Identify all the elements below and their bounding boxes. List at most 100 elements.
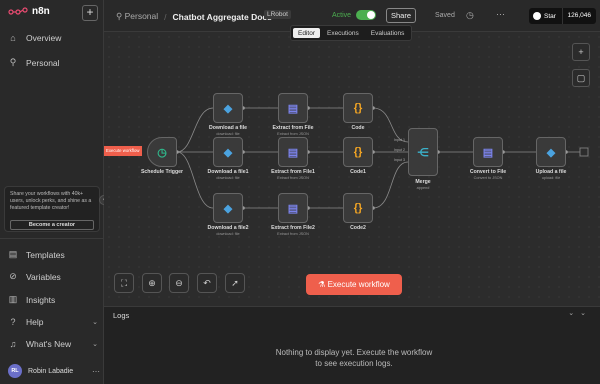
node-label: Extract from File: [272, 125, 314, 131]
node-subtitle: download: file: [216, 132, 240, 136]
node-label: Convert to File: [469, 169, 507, 175]
avatar: RL: [8, 364, 22, 378]
zoom-out-button[interactable]: ⊖: [169, 273, 189, 293]
execute-workflow-button[interactable]: ⚗ Execute workflow: [306, 274, 402, 295]
insights-icon: ▥: [8, 294, 18, 304]
logs-controls[interactable]: ⌄⌄: [568, 309, 592, 317]
workflow-canvas[interactable]: + ▢ Execute workflow ◷ Schedule Trigger …: [104, 32, 600, 306]
workflow-title[interactable]: Chatbot Aggregate Docs: [173, 12, 272, 22]
user-name: Robin Labadie: [28, 367, 74, 375]
execute-workflow-tag[interactable]: Execute workflow: [104, 146, 142, 156]
node-label: Merge: [415, 179, 431, 185]
more-icon[interactable]: ⋯: [496, 9, 505, 20]
saved-status: Saved: [435, 12, 455, 19]
node-download-file[interactable]: ◆: [213, 93, 243, 123]
code-braces-icon: {}: [353, 202, 363, 214]
code-braces-icon: {}: [353, 146, 363, 158]
sidebar-item-insights[interactable]: ▥ Insights: [8, 294, 98, 305]
merge-input-label: Input 2: [394, 148, 405, 152]
creator-promo: Share your workflows with 40k+ users, un…: [4, 186, 100, 232]
node-subtitle: Convert to JSON: [473, 176, 503, 180]
help-icon: ?: [10, 317, 16, 327]
tab-evaluations[interactable]: Evaluations: [366, 28, 410, 38]
github-star-count: 126,046: [561, 8, 597, 24]
variables-icon: ⊘: [9, 271, 17, 281]
sidebar-item-variables[interactable]: ⊘ Variables: [8, 271, 98, 282]
editor-tabs: Editor Executions Evaluations: [290, 25, 413, 41]
breadcrumb-project[interactable]: ⚲ Personal: [116, 11, 158, 22]
file-icon: ▤: [287, 202, 299, 215]
fit-view-button[interactable]: ⛶: [114, 273, 134, 293]
node-extract-from-file1[interactable]: ▤: [278, 137, 308, 167]
file-icon: ▤: [287, 102, 299, 115]
sidebar-item-label: What's New: [26, 339, 72, 349]
user-menu[interactable]: RL Robin Labadie ⋯: [8, 364, 100, 378]
tidy-up-button[interactable]: ➚: [225, 273, 245, 293]
sidebar-item-label: Help: [26, 317, 44, 327]
workflow-tag[interactable]: LRobot: [264, 10, 291, 19]
breadcrumb: ⚲ Personal / Chatbot Aggregate Docs: [116, 11, 272, 22]
node-merge[interactable]: ⋲: [408, 128, 438, 176]
active-label: Active: [332, 12, 352, 19]
merge-input-label: Input 1: [394, 138, 405, 142]
sidebar-item-templates[interactable]: ▤ Templates: [8, 249, 98, 260]
sidebar-item-whats-new[interactable]: ♫ What's New ⌄: [8, 339, 98, 349]
chevron-down-icon: ⌄: [92, 319, 98, 326]
share-button[interactable]: Share: [386, 8, 416, 23]
node-code1[interactable]: {}: [343, 137, 373, 167]
sidebar-item-personal[interactable]: ⚲ Personal: [8, 57, 98, 68]
node-download-file2[interactable]: ◆: [213, 193, 243, 223]
node-code2[interactable]: {}: [343, 193, 373, 223]
google-drive-icon: ◆: [223, 202, 233, 215]
merge-icon: ⋲: [417, 146, 429, 159]
history-icon[interactable]: ◷: [466, 10, 474, 21]
user-icon: ⚲: [9, 57, 17, 67]
active-toggle[interactable]: [356, 10, 376, 20]
node-label: Code1: [350, 169, 366, 175]
github-icon: [533, 12, 541, 20]
sidebar-item-overview[interactable]: ⌂ Overview: [8, 33, 98, 43]
node-label: Download a file1: [207, 169, 249, 175]
logs-panel: Logs ⌄⌄ Nothing to display yet. Execute …: [104, 306, 600, 384]
clock-icon: ◷: [157, 146, 167, 159]
logo[interactable]: n8n: [8, 6, 50, 17]
node-subtitle: Extract from JSON: [277, 232, 309, 236]
sticky-note-button[interactable]: ▢: [572, 69, 590, 87]
google-drive-icon: ◆: [223, 146, 233, 159]
node-convert-to-file[interactable]: ▤: [473, 137, 503, 167]
sidebar-item-help[interactable]: ? Help ⌄: [8, 317, 98, 327]
tab-editor[interactable]: Editor: [293, 28, 320, 38]
home-icon: ⌂: [10, 33, 16, 43]
node-download-file1[interactable]: ◆: [213, 137, 243, 167]
sidebar-item-label: Overview: [26, 33, 62, 43]
tab-executions[interactable]: Executions: [322, 28, 364, 38]
node-code[interactable]: {}: [343, 93, 373, 123]
add-node-button[interactable]: +: [572, 43, 590, 61]
n8n-logo-icon: [8, 6, 28, 15]
n8n-app: n8n + ⌂ Overview ⚲ Personal Share your w…: [0, 0, 600, 384]
node-label: Download a file2: [207, 225, 249, 231]
google-drive-icon: ◆: [223, 102, 233, 115]
undo-button[interactable]: ↶: [197, 273, 217, 293]
logs-title: Logs: [113, 311, 130, 320]
node-label: Download a file: [208, 125, 248, 131]
file-icon: ▤: [482, 146, 494, 159]
more-icon[interactable]: ⋯: [92, 367, 100, 376]
become-creator-button[interactable]: Become a creator: [10, 220, 94, 230]
sidebar-item-label: Insights: [26, 294, 56, 305]
github-star-button[interactable]: Star 126,046: [529, 8, 596, 24]
node-label: Code: [351, 125, 365, 131]
brand-name: n8n: [32, 6, 50, 17]
node-upload-file[interactable]: ◆: [536, 137, 566, 167]
node-extract-from-file2[interactable]: ▤: [278, 193, 308, 223]
sidebar-item-label: Variables: [26, 271, 61, 282]
templates-icon: ▤: [8, 249, 18, 259]
zoom-in-button[interactable]: ⊕: [142, 273, 162, 293]
node-extract-from-file[interactable]: ▤: [278, 93, 308, 123]
merge-input-label: Input 3: [394, 158, 405, 162]
node-subtitle: Extract from JSON: [277, 132, 309, 136]
add-button[interactable]: +: [82, 5, 98, 21]
node-schedule-trigger[interactable]: ◷: [147, 137, 177, 167]
node-label: Schedule Trigger: [140, 169, 184, 175]
bell-icon: ♫: [9, 339, 17, 349]
